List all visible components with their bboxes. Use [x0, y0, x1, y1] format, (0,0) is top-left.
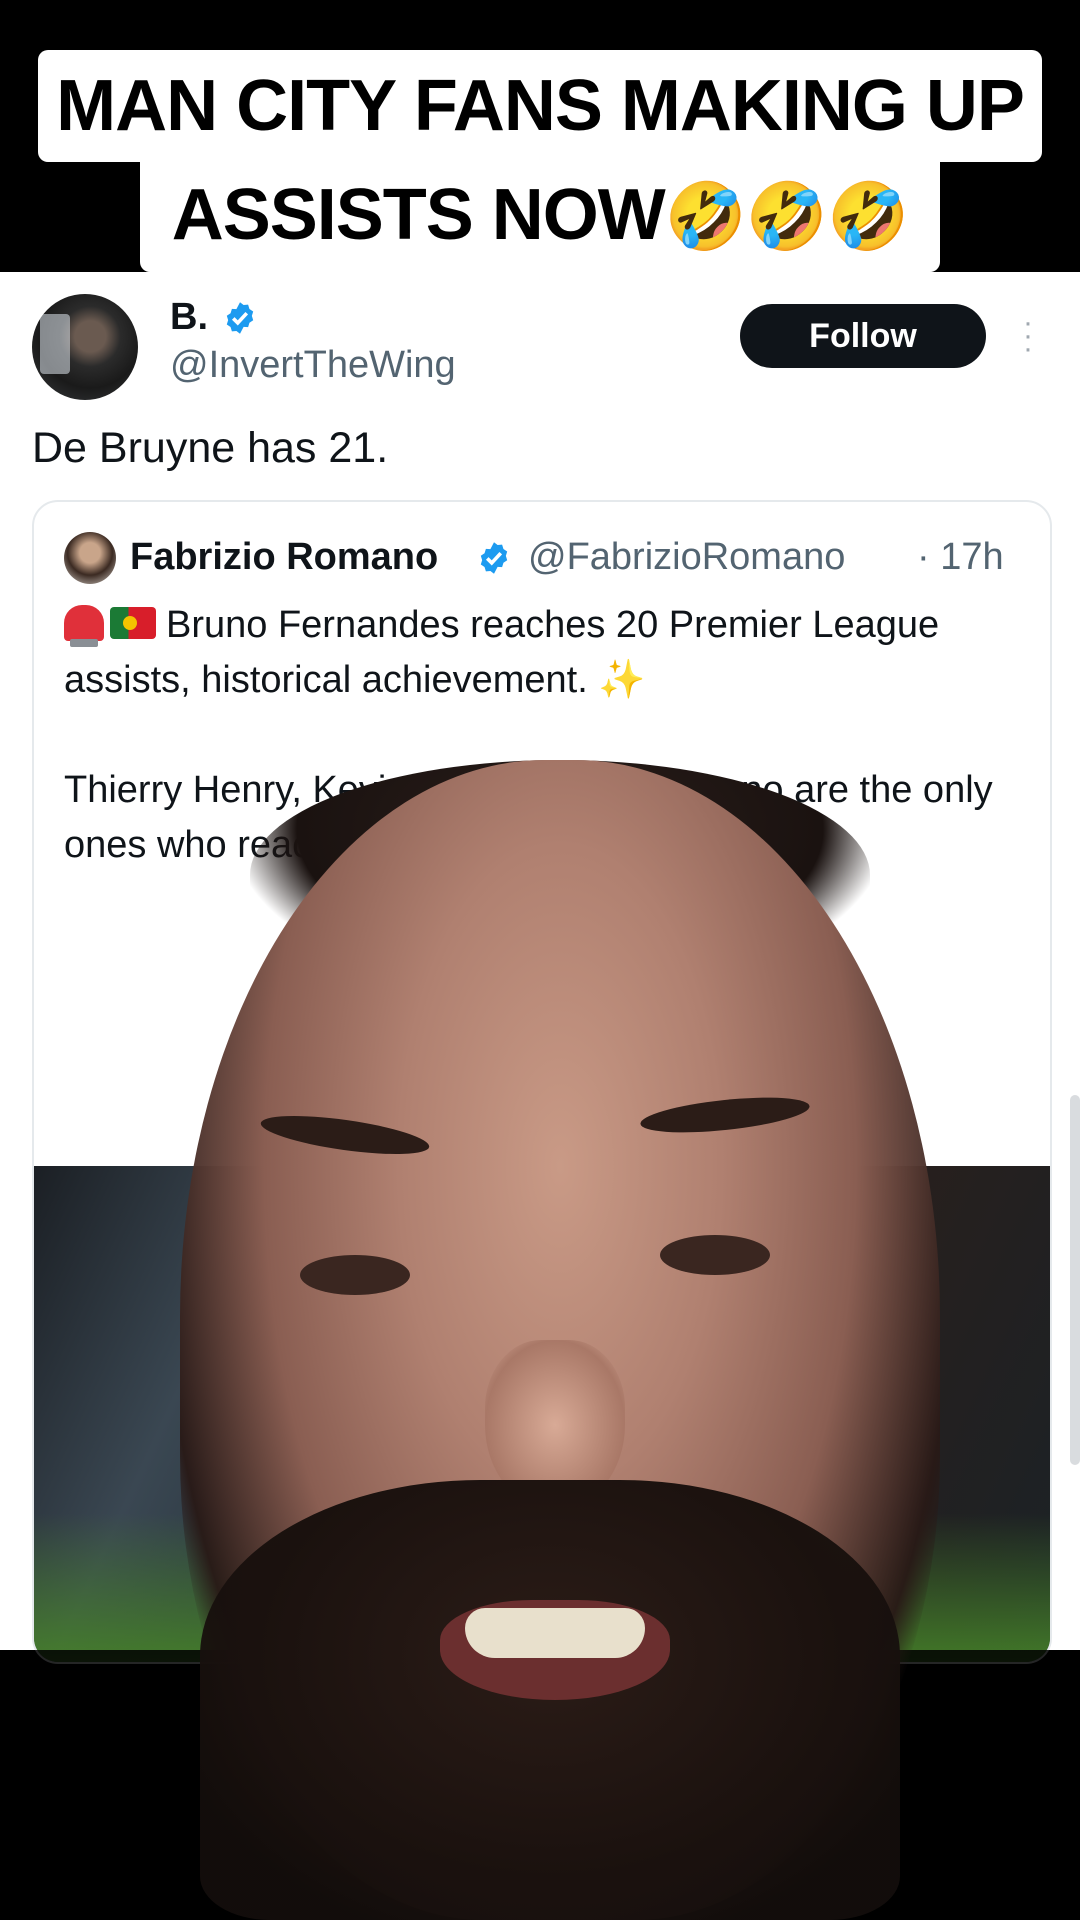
quoted-author-name[interactable]: Fabrizio Romano [130, 536, 438, 579]
sparkles-emoji-icon: ✨ [598, 659, 646, 701]
left-eye [300, 1255, 410, 1295]
more-options-icon[interactable]: · · · [1020, 308, 1036, 364]
author-handle[interactable]: @InvertTheWing [170, 344, 456, 387]
follow-button[interactable]: Follow [740, 304, 986, 368]
siren-emoji-icon [64, 605, 104, 647]
quoted-line-1: Bruno Fernandes reaches 20 Premier Leagu… [64, 604, 940, 701]
author-name[interactable]: B. [170, 296, 208, 339]
laughing-emoji-icon: 🤣🤣🤣 [664, 179, 910, 253]
caption-line-1: MAN CITY FANS MAKING UP [38, 50, 1042, 162]
avatar[interactable] [32, 294, 138, 400]
caption-line-2-text: ASSISTS NOW [171, 175, 666, 255]
quoted-avatar[interactable] [64, 532, 116, 584]
tweet-text: De Bruyne has 21. [32, 424, 389, 472]
caption-line-2: ASSISTS NOW🤣🤣🤣 [140, 162, 940, 272]
quoted-timestamp: · 17h [917, 536, 1004, 578]
quoted-paragraph-1: Bruno Fernandes reaches 20 Premier Leagu… [64, 598, 1024, 708]
verified-badge-icon [480, 542, 508, 574]
teeth [465, 1608, 645, 1658]
verified-badge-icon [226, 302, 254, 334]
right-eye [660, 1235, 770, 1275]
scrollbar[interactable] [1070, 1095, 1080, 1465]
beard [200, 1480, 900, 1920]
quoted-author-handle[interactable]: @FabrizioRomano [528, 536, 845, 579]
portugal-flag-icon [110, 607, 156, 639]
video-caption: MAN CITY FANS MAKING UP ASSISTS NOW🤣🤣🤣 [0, 0, 1080, 272]
